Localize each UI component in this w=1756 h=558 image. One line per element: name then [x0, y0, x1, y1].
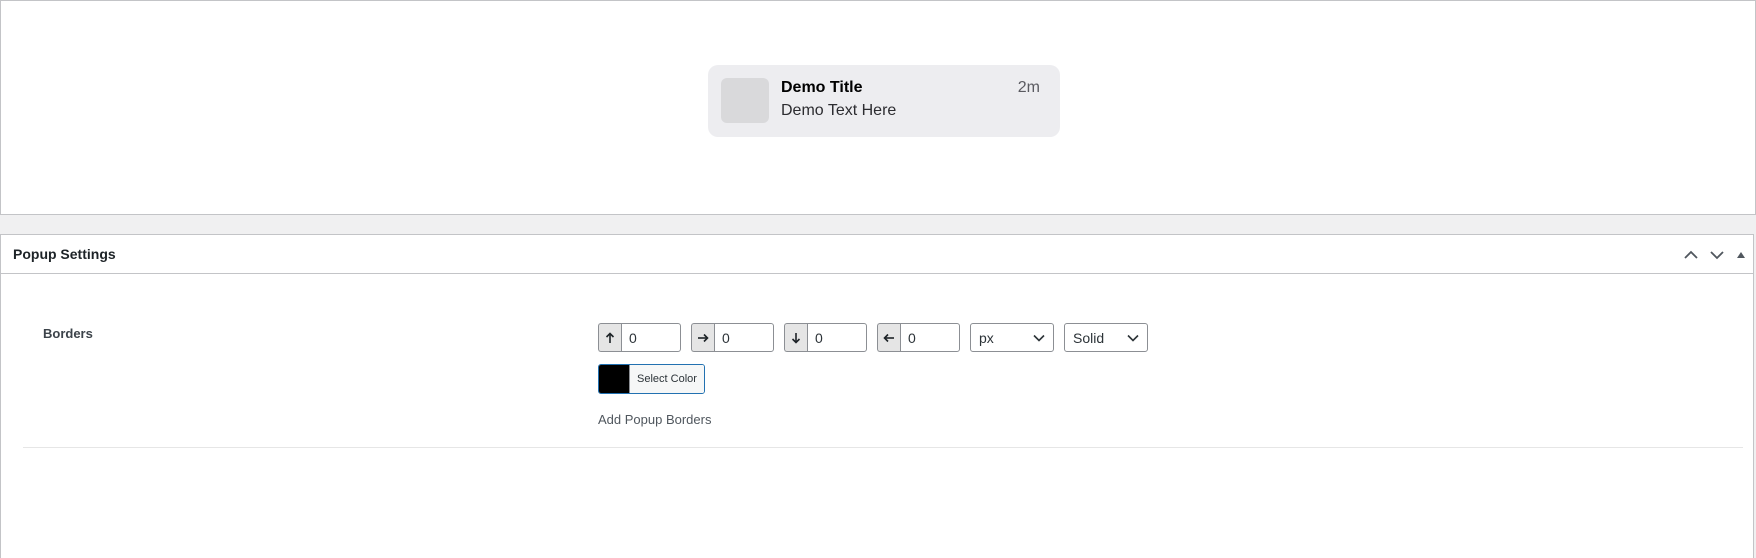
arrow-right-icon [691, 323, 714, 352]
notification-preview-card: Demo Title Demo Text Here 2m [708, 65, 1060, 137]
move-up-button[interactable] [1681, 245, 1701, 265]
border-right-input[interactable] [714, 323, 774, 352]
notification-title: Demo Title [781, 79, 863, 96]
preview-panel: Demo Title Demo Text Here 2m [0, 0, 1756, 215]
borders-description: Add Popup Borders [598, 412, 712, 427]
border-bottom-input[interactable] [807, 323, 867, 352]
arrow-up-icon [598, 323, 621, 352]
notification-text: Demo Text Here [781, 102, 897, 119]
border-bottom-group [784, 323, 867, 352]
chevron-down-icon [1710, 251, 1724, 260]
move-down-button[interactable] [1707, 245, 1727, 265]
select-color-label: Select Color [629, 365, 704, 393]
border-style-select[interactable]: Solid [1064, 323, 1148, 352]
arrow-down-icon [784, 323, 807, 352]
settings-header: Popup Settings [1, 235, 1753, 274]
border-top-group [598, 323, 681, 352]
select-color-button[interactable]: Select Color [598, 364, 705, 394]
border-left-group [877, 323, 960, 352]
arrow-left-icon [877, 323, 900, 352]
border-width-row: px Solid [598, 323, 1158, 352]
border-unit-select[interactable]: px [970, 323, 1054, 352]
chevron-down-icon [1127, 334, 1139, 342]
row-divider [23, 447, 1743, 448]
notification-time: 2m [1017, 79, 1040, 96]
popup-settings-box: Popup Settings Borders 0 0 0 0 px Solid … [0, 234, 1754, 558]
borders-label: Borders [43, 326, 93, 341]
triangle-up-icon [1737, 252, 1745, 258]
border-top-input[interactable] [621, 323, 681, 352]
border-style-value: Solid [1073, 329, 1105, 346]
border-unit-value: px [979, 329, 994, 346]
chevron-down-icon [1033, 334, 1045, 342]
settings-title: Popup Settings [13, 246, 116, 262]
chevron-up-icon [1684, 250, 1698, 259]
color-swatch [599, 365, 629, 393]
border-right-group [691, 323, 774, 352]
notification-thumbnail [721, 78, 769, 123]
toggle-panel-button[interactable] [1731, 245, 1751, 265]
border-left-input[interactable] [900, 323, 960, 352]
